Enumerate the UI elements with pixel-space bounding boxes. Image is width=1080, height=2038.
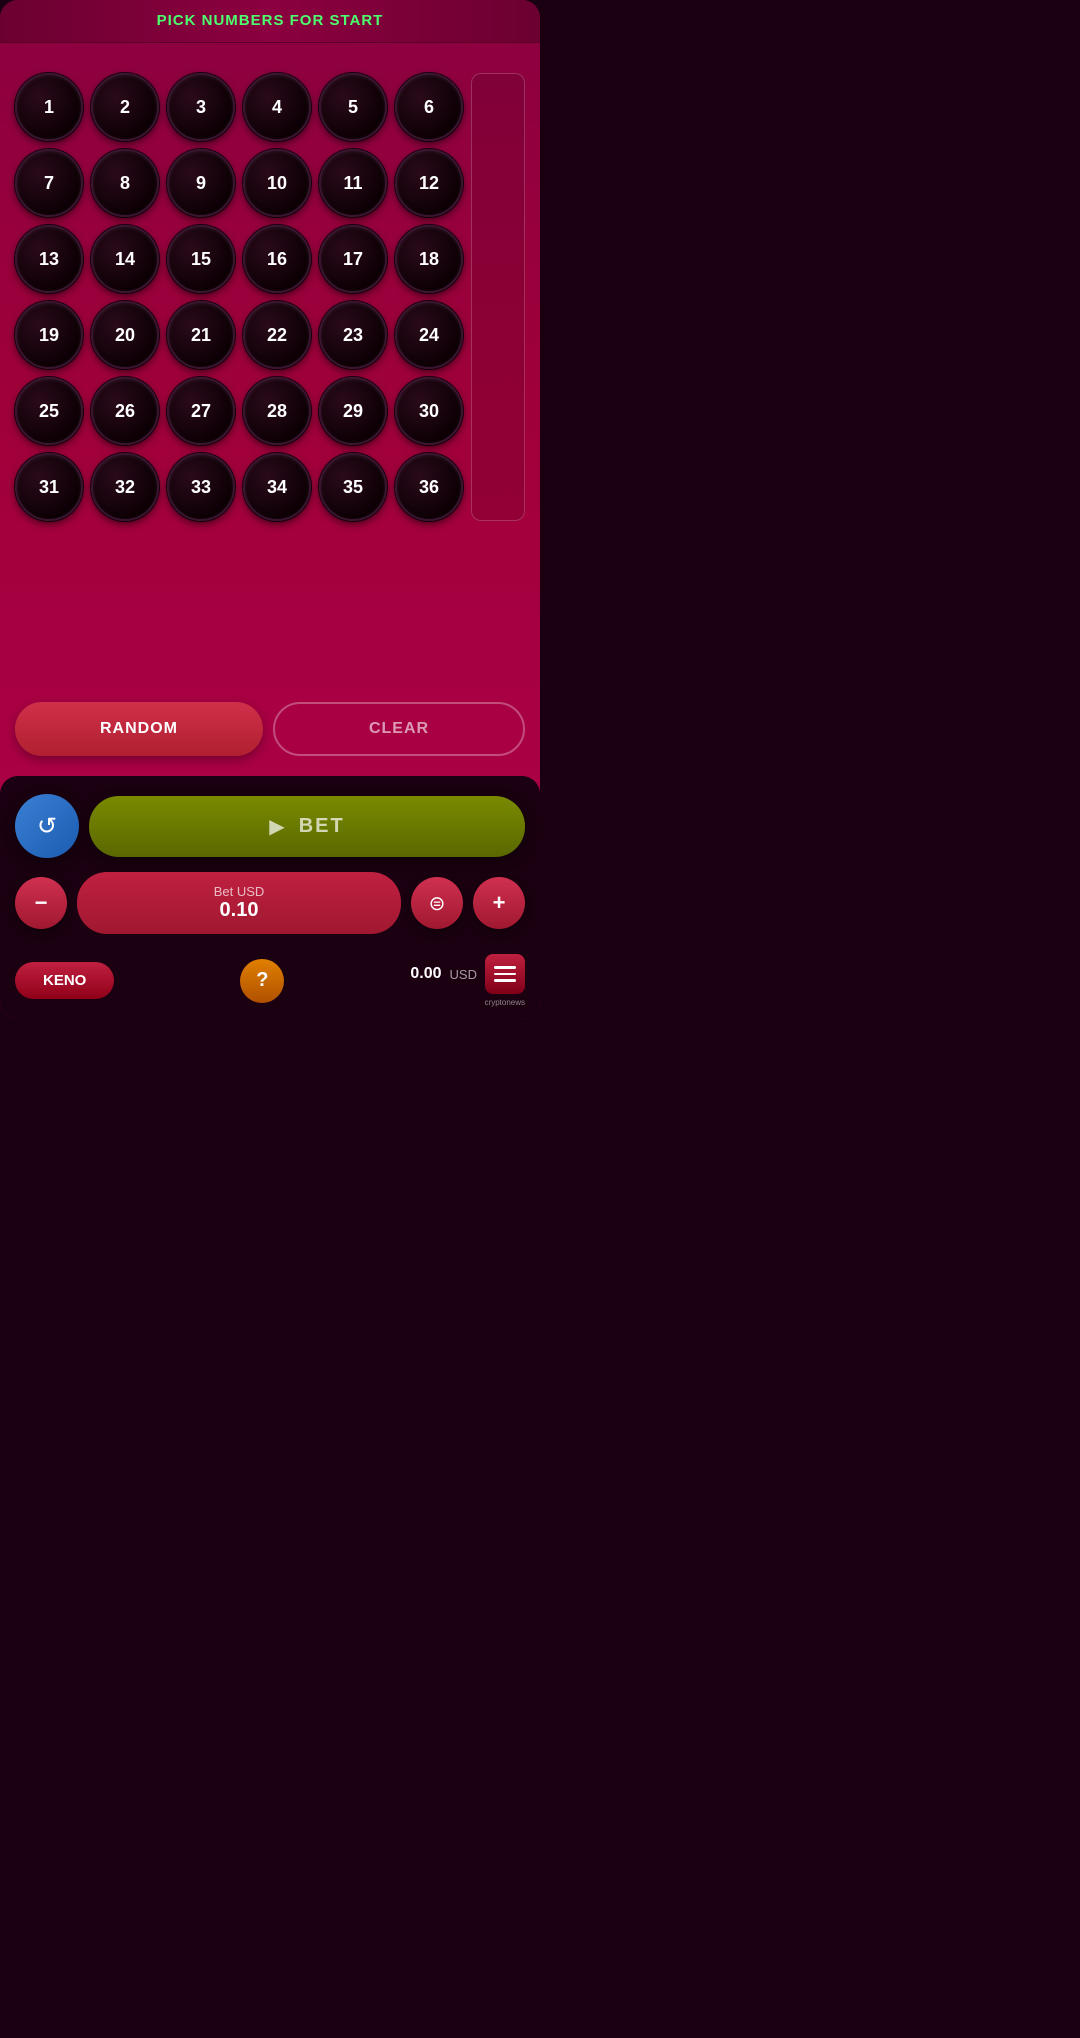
footer-balance-row: 0.00 USD bbox=[410, 954, 525, 994]
chips-icon: ⊜ bbox=[429, 891, 446, 916]
number-ball-35[interactable]: 35 bbox=[319, 453, 387, 521]
number-ball-12[interactable]: 12 bbox=[395, 149, 463, 217]
number-ball-24[interactable]: 24 bbox=[395, 301, 463, 369]
numbers-section: 1234567891011121314151617181920212223242… bbox=[15, 73, 525, 521]
number-ball-6[interactable]: 6 bbox=[395, 73, 463, 141]
number-ball-21[interactable]: 21 bbox=[167, 301, 235, 369]
cryptonews-logo: cryptonews bbox=[485, 998, 525, 1007]
number-ball-34[interactable]: 34 bbox=[243, 453, 311, 521]
menu-line-2 bbox=[494, 973, 516, 976]
bet-button[interactable]: ▶ BET bbox=[89, 796, 525, 857]
number-ball-29[interactable]: 29 bbox=[319, 377, 387, 445]
number-ball-26[interactable]: 26 bbox=[91, 377, 159, 445]
number-ball-5[interactable]: 5 bbox=[319, 73, 387, 141]
number-ball-16[interactable]: 16 bbox=[243, 225, 311, 293]
action-buttons: RANDOM CLEAR bbox=[15, 702, 525, 756]
number-ball-10[interactable]: 10 bbox=[243, 149, 311, 217]
footer-right: 0.00 USD cryptonews bbox=[410, 954, 525, 1007]
app-container: PICK NUMBERS FOR START 12345678910111213… bbox=[0, 0, 540, 1019]
number-ball-11[interactable]: 11 bbox=[319, 149, 387, 217]
number-ball-27[interactable]: 27 bbox=[167, 377, 235, 445]
number-ball-15[interactable]: 15 bbox=[167, 225, 235, 293]
number-ball-32[interactable]: 32 bbox=[91, 453, 159, 521]
bottom-panel: ↺ ▶ BET − Bet USD 0.10 ⊜ + bbox=[0, 776, 540, 944]
number-ball-30[interactable]: 30 bbox=[395, 377, 463, 445]
play-icon: ▶ bbox=[269, 814, 284, 839]
number-ball-23[interactable]: 23 bbox=[319, 301, 387, 369]
number-ball-19[interactable]: 19 bbox=[15, 301, 83, 369]
bet-chips-button[interactable]: ⊜ bbox=[411, 877, 463, 929]
menu-line-3 bbox=[494, 979, 516, 982]
number-ball-13[interactable]: 13 bbox=[15, 225, 83, 293]
bet-row: ↺ ▶ BET bbox=[15, 794, 525, 858]
keno-button[interactable]: KENO bbox=[15, 962, 114, 999]
number-ball-3[interactable]: 3 bbox=[167, 73, 235, 141]
number-ball-4[interactable]: 4 bbox=[243, 73, 311, 141]
number-ball-14[interactable]: 14 bbox=[91, 225, 159, 293]
replay-icon: ↺ bbox=[37, 812, 57, 841]
footer-nav: KENO ? 0.00 USD cryptonews bbox=[0, 944, 540, 1019]
number-ball-2[interactable]: 2 bbox=[91, 73, 159, 141]
number-ball-17[interactable]: 17 bbox=[319, 225, 387, 293]
number-ball-1[interactable]: 1 bbox=[15, 73, 83, 141]
bet-amount-value: 0.10 bbox=[220, 899, 259, 922]
number-ball-31[interactable]: 31 bbox=[15, 453, 83, 521]
help-button[interactable]: ? bbox=[240, 959, 284, 1003]
balance-currency: USD bbox=[450, 967, 477, 982]
header-title: PICK NUMBERS FOR START bbox=[157, 12, 384, 29]
bet-amount-display: Bet USD 0.10 bbox=[77, 872, 401, 934]
number-ball-22[interactable]: 22 bbox=[243, 301, 311, 369]
game-area: 1234567891011121314151617181920212223242… bbox=[0, 43, 540, 776]
balance-amount: 0.00 bbox=[410, 965, 441, 983]
header: PICK NUMBERS FOR START bbox=[0, 0, 540, 43]
number-ball-8[interactable]: 8 bbox=[91, 149, 159, 217]
bet-minus-button[interactable]: − bbox=[15, 877, 67, 929]
number-ball-20[interactable]: 20 bbox=[91, 301, 159, 369]
number-ball-28[interactable]: 28 bbox=[243, 377, 311, 445]
replay-button[interactable]: ↺ bbox=[15, 794, 79, 858]
random-button[interactable]: RANDOM bbox=[15, 702, 263, 756]
number-ball-25[interactable]: 25 bbox=[15, 377, 83, 445]
number-ball-36[interactable]: 36 bbox=[395, 453, 463, 521]
spacer bbox=[15, 521, 525, 692]
selected-numbers-panel bbox=[471, 73, 525, 521]
bet-label: BET bbox=[299, 815, 345, 838]
clear-button[interactable]: CLEAR bbox=[273, 702, 525, 756]
numbers-grid: 1234567891011121314151617181920212223242… bbox=[15, 73, 463, 521]
number-ball-33[interactable]: 33 bbox=[167, 453, 235, 521]
menu-line-1 bbox=[494, 966, 516, 969]
number-ball-7[interactable]: 7 bbox=[15, 149, 83, 217]
bet-plus-button[interactable]: + bbox=[473, 877, 525, 929]
menu-button[interactable] bbox=[485, 954, 525, 994]
bet-usd-label: Bet USD bbox=[214, 884, 265, 899]
number-ball-18[interactable]: 18 bbox=[395, 225, 463, 293]
bet-amount-row: − Bet USD 0.10 ⊜ + bbox=[15, 872, 525, 934]
number-ball-9[interactable]: 9 bbox=[167, 149, 235, 217]
